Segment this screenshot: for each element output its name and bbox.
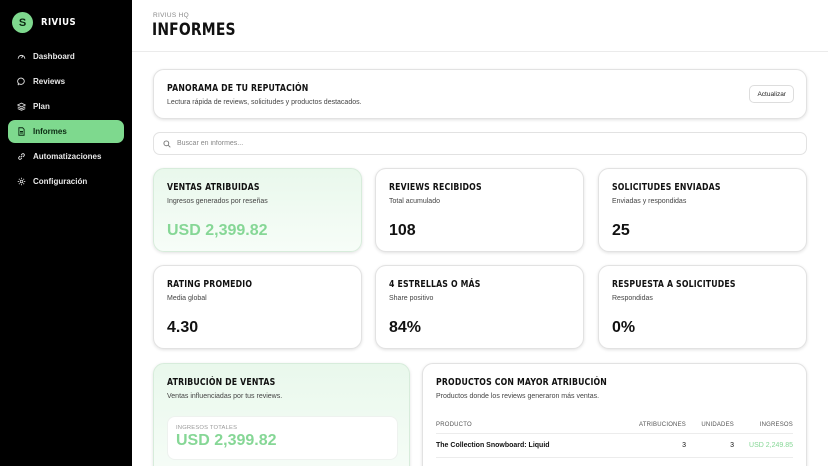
stat-card-ventas-atribuidas: VENTAS ATRIBUIDAS Ingresos generados por…: [153, 168, 362, 252]
sidebar-item-automatizaciones[interactable]: Automatizaciones: [8, 145, 124, 168]
sidebar-item-configuracion[interactable]: Configuración: [8, 170, 124, 193]
sidebar-item-label: Plan: [33, 102, 50, 111]
overview-title: PANORAMA DE TU REPUTACIÓN: [167, 83, 309, 94]
sidebar-item-reviews[interactable]: Reviews: [8, 70, 124, 93]
stat-title: REVIEWS RECIBIDOS: [389, 182, 482, 193]
stat-subtitle: Share positivo: [389, 295, 434, 302]
sidebar-item-label: Dashboard: [33, 52, 75, 61]
gear-icon: [16, 177, 26, 187]
gauge-icon: [16, 52, 26, 62]
cell-units: 3: [730, 442, 734, 449]
attribution-subtitle: Ventas influenciadas por tus reviews.: [167, 393, 283, 400]
products-table: PRODUCTO ATRIBUCIONES UNIDADES INGRESOS …: [436, 420, 793, 458]
stat-title: RESPUESTA A SOLICITUDES: [612, 279, 736, 290]
stat-title: RATING PROMEDIO: [167, 279, 253, 290]
sidebar-nav: Dashboard Reviews Plan Informes Automati…: [8, 45, 124, 195]
sidebar: S RIVIUS Dashboard Reviews Plan Informes…: [0, 0, 132, 466]
attribution-card: ATRIBUCIÓN DE VENTAS Ventas influenciada…: [153, 363, 410, 466]
products-subtitle: Productos donde los reviews generaron má…: [436, 393, 600, 400]
sidebar-item-dashboard[interactable]: Dashboard: [8, 45, 124, 68]
sidebar-item-plan[interactable]: Plan: [8, 95, 124, 118]
stat-value: 25: [612, 222, 630, 239]
page-title: INFORMES: [152, 20, 236, 40]
cell-revenue: USD 2,249.85: [749, 442, 793, 449]
sidebar-item-label: Informes: [33, 127, 67, 136]
search-bar[interactable]: [153, 132, 807, 155]
column-header-producto[interactable]: PRODUCTO: [436, 422, 606, 428]
overview-subtitle: Lectura rápida de reviews, solicitudes y…: [167, 99, 362, 106]
stat-subtitle: Total acumulado: [389, 198, 440, 205]
stat-value: 4.30: [167, 319, 199, 336]
chat-bubble-icon: [16, 77, 26, 87]
stat-title: 4 ESTRELLAS O MÁS: [389, 279, 481, 290]
stat-card-rating-promedio: RATING PROMEDIO Media global 4.30: [153, 265, 362, 349]
brand[interactable]: S RIVIUS: [12, 12, 82, 33]
totals-box: INGRESOS TOTALES USD 2,399.82: [167, 416, 398, 460]
stat-value: 108: [389, 222, 416, 239]
stat-title: VENTAS ATRIBUIDAS: [167, 182, 260, 193]
products-title: PRODUCTOS CON MAYOR ATRIBUCIÓN: [436, 377, 607, 388]
products-card: PRODUCTOS CON MAYOR ATRIBUCIÓN Productos…: [422, 363, 807, 466]
cell-attributions: 3: [682, 442, 686, 449]
sidebar-item-label: Configuración: [33, 177, 88, 186]
stat-card-reviews-recibidos: REVIEWS RECIBIDOS Total acumulado 108: [375, 168, 584, 252]
sidebar-item-informes[interactable]: Informes: [8, 120, 124, 143]
column-header-atribuciones[interactable]: ATRIBUCIONES: [606, 422, 686, 428]
table-row[interactable]: The Collection Snowboard: Liquid 3 3 USD…: [436, 434, 793, 458]
column-header-ingresos[interactable]: INGRESOS: [734, 422, 793, 428]
stat-subtitle: Respondidas: [612, 295, 653, 302]
stat-value: 84%: [389, 319, 422, 336]
stat-subtitle: Media global: [167, 295, 207, 302]
table-header-row: PRODUCTO ATRIBUCIONES UNIDADES INGRESOS: [436, 420, 793, 434]
cell-product: The Collection Snowboard: Liquid: [436, 442, 550, 449]
stat-card-respuesta-solicitudes: RESPUESTA A SOLICITUDES Respondidas 0%: [598, 265, 807, 349]
refresh-button[interactable]: Actualizar: [749, 85, 794, 103]
stat-value: USD 2,399.82: [167, 222, 268, 239]
link-icon: [16, 152, 26, 162]
overview-card: PANORAMA DE TU REPUTACIÓN Lectura rápida…: [153, 69, 807, 119]
stat-value: 0%: [612, 319, 636, 336]
search-input[interactable]: [177, 140, 777, 147]
stat-title: SOLICITUDES ENVIADAS: [612, 182, 721, 193]
document-icon: [16, 127, 26, 137]
stat-subtitle: Enviadas y respondidas: [612, 198, 687, 205]
brand-name: RIVIUS: [41, 17, 77, 28]
attribution-title: ATRIBUCIÓN DE VENTAS: [167, 377, 276, 388]
totals-label: INGRESOS TOTALES: [176, 425, 238, 431]
brand-logo: S: [12, 12, 33, 33]
sidebar-item-label: Reviews: [33, 77, 66, 86]
page-header: RIVIUS HQ INFORMES: [132, 0, 828, 52]
sidebar-item-label: Automatizaciones: [33, 152, 102, 161]
breadcrumb: RIVIUS HQ: [153, 12, 189, 19]
totals-value: USD 2,399.82: [176, 432, 277, 449]
stat-card-solicitudes-enviadas: SOLICITUDES ENVIADAS Enviadas y respondi…: [598, 168, 807, 252]
search-icon: [163, 139, 171, 148]
stat-subtitle: Ingresos generados por reseñas: [167, 198, 268, 205]
layers-icon: [16, 102, 26, 112]
stat-card-cuatro-estrellas: 4 ESTRELLAS O MÁS Share positivo 84%: [375, 265, 584, 349]
main-content: PANORAMA DE TU REPUTACIÓN Lectura rápida…: [132, 52, 828, 466]
column-header-unidades[interactable]: UNIDADES: [686, 422, 734, 428]
